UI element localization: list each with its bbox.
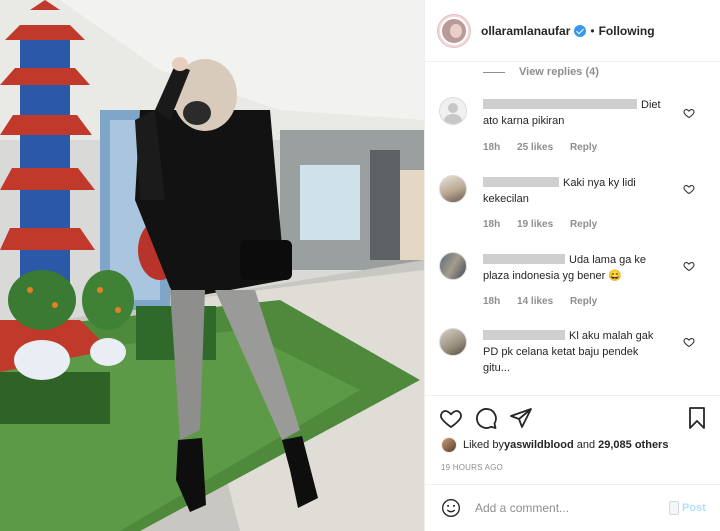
following-button[interactable]: Following — [599, 24, 655, 38]
post-actions-bar — [425, 395, 720, 435]
liker-avatar[interactable] — [441, 437, 457, 453]
redacted-username — [483, 99, 637, 109]
comments-list[interactable]: View replies (4) Diet ato karna pikiran … — [425, 62, 720, 395]
view-replies-label: View replies (4) — [519, 66, 599, 78]
commenter-avatar[interactable] — [439, 252, 467, 280]
liker-username[interactable]: yaswildblood — [504, 439, 574, 451]
comment-bubble-icon[interactable] — [474, 406, 498, 430]
comment-text: Kaki nya ky lidi kekecilan — [483, 175, 683, 207]
commenter-avatar[interactable] — [439, 97, 467, 125]
likes-summary[interactable]: Liked by yaswildblood and 29,085 others — [441, 437, 668, 453]
commenter-avatar[interactable] — [439, 175, 467, 203]
comment-reply-button[interactable]: Reply — [570, 142, 597, 153]
verified-badge-icon — [574, 24, 587, 37]
post-side-panel: ollaramlanaufar • Following View replies… — [424, 0, 720, 531]
comment-text-line: Kl aku malah gak — [569, 330, 654, 342]
likes-middle: and — [573, 439, 599, 451]
post-timestamp[interactable]: 19 HOURS AGO — [441, 463, 503, 472]
add-comment-bar: Post — [425, 484, 720, 531]
likes-prefix: Liked by — [463, 439, 504, 451]
instagram-post-view: ollaramlanaufar • Following View replies… — [0, 0, 720, 531]
post-label: Post — [682, 502, 706, 514]
comment-text-line: Diet — [641, 99, 661, 111]
comment-heart-icon[interactable] — [683, 107, 695, 119]
comment-heart-icon[interactable] — [683, 336, 695, 348]
author-username[interactable]: ollaramlanaufar — [481, 24, 570, 38]
post-image — [0, 0, 424, 531]
comment-text-line: gitu... — [483, 362, 510, 374]
paper-plane-icon[interactable] — [509, 406, 533, 430]
comment-time: 18h — [483, 142, 501, 153]
comment-text-line: PD pk celana ketat baju pendek — [483, 346, 639, 358]
comment-text-line: Kaki nya ky lidi — [563, 177, 636, 189]
comment-input[interactable] — [475, 499, 655, 517]
text-cursor-icon — [669, 501, 679, 515]
comment-text-line: Uda lama ga ke — [569, 254, 647, 266]
likes-count[interactable]: 29,085 others — [598, 439, 668, 451]
comment-text-line: kekecilan — [483, 193, 529, 205]
comment-text-line: ato karna pikiran — [483, 115, 565, 127]
header-separator: • — [590, 23, 595, 38]
comment-heart-icon[interactable] — [683, 183, 695, 195]
comment-text: Diet ato karna pikiran — [483, 97, 683, 129]
heart-icon[interactable] — [439, 406, 463, 430]
comment-reply-button[interactable]: Reply — [570, 296, 597, 307]
redacted-username — [483, 330, 565, 340]
comment-reply-button[interactable]: Reply — [570, 219, 597, 230]
comment-time: 18h — [483, 219, 501, 230]
view-replies-button[interactable]: View replies (4) — [483, 66, 599, 78]
comment-time: 18h — [483, 296, 501, 307]
redacted-username — [483, 177, 559, 187]
smiley-icon[interactable] — [441, 498, 461, 518]
redacted-username — [483, 254, 565, 264]
post-comment-button[interactable]: Post — [669, 501, 706, 515]
comment-likes[interactable]: 25 likes — [517, 142, 553, 153]
comment-text: Uda lama ga ke plaza indonesia yg bener … — [483, 252, 683, 284]
author-avatar[interactable] — [437, 13, 471, 48]
commenter-avatar[interactable] — [439, 328, 467, 356]
post-header: ollaramlanaufar • Following — [425, 0, 720, 62]
comment-likes[interactable]: 19 likes — [517, 219, 553, 230]
comment-meta: 18h 14 likes Reply — [483, 296, 611, 307]
comment-text-line: plaza indonesia yg bener 😄 — [483, 270, 623, 282]
post-photo[interactable] — [0, 0, 424, 531]
comment-heart-icon[interactable] — [683, 260, 695, 272]
comment-likes[interactable]: 14 likes — [517, 296, 553, 307]
bookmark-icon[interactable] — [685, 406, 709, 430]
comment-text: Kl aku malah gak PD pk celana ketat baju… — [483, 328, 683, 376]
comment-meta: 18h 25 likes Reply — [483, 142, 611, 153]
comment-meta: 18h 19 likes Reply — [483, 219, 611, 230]
replies-divider — [483, 71, 505, 73]
